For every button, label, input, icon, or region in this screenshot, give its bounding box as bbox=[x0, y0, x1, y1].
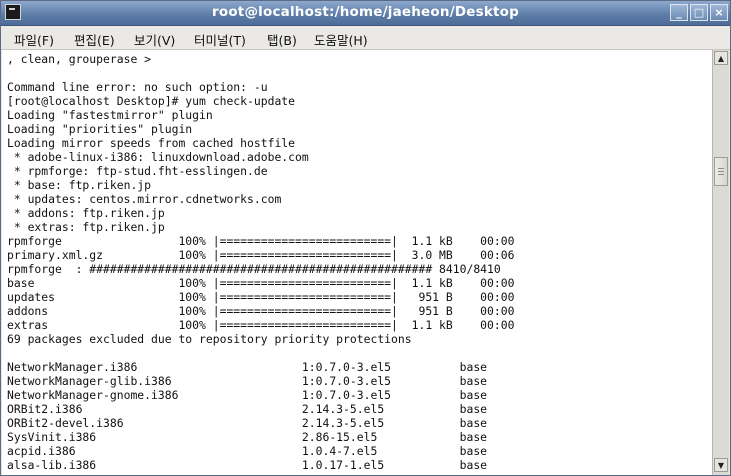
menu-help[interactable]: 도움말(H) bbox=[314, 30, 368, 49]
terminal-line: * updates: centos.mirror.cdnetworks.com bbox=[7, 192, 282, 206]
terminal-line: * addons: ftp.riken.jp bbox=[7, 206, 165, 220]
menu-bar: 파일(F) 편집(E) 보기(V) 터미널(T) 탭(B) 도움말(H) bbox=[1, 26, 730, 50]
scroll-down-arrow-icon[interactable]: ▼ bbox=[714, 458, 728, 472]
terminal-line: , clean, grouperase > bbox=[7, 52, 152, 66]
menu-edit[interactable]: 편집(E) bbox=[74, 30, 115, 49]
terminal-line: rpmforge 100% |=========================… bbox=[7, 234, 515, 248]
terminal-line: updates 100% |=========================|… bbox=[7, 290, 515, 304]
terminal-line: * base: ftp.riken.jp bbox=[7, 178, 152, 192]
terminal-line: addons 100% |=========================| … bbox=[7, 304, 515, 318]
minimize-button[interactable]: _ bbox=[670, 4, 688, 21]
terminal-line: * adobe-linux-i386: linuxdownload.adobe.… bbox=[7, 150, 309, 164]
terminal-line: ORBit2.i386 2.14.3-5.el5 base bbox=[7, 402, 488, 416]
window-title: root@localhost:/home/jaeheon/Desktop bbox=[212, 4, 519, 20]
terminal-line: Loading mirror speeds from cached hostfi… bbox=[7, 136, 296, 150]
vertical-scrollbar[interactable]: ▲ ▼ bbox=[712, 50, 729, 475]
close-button[interactable]: × bbox=[710, 4, 728, 21]
terminal-line: NetworkManager-glib.i386 1:0.7.0-3.el5 b… bbox=[7, 374, 488, 388]
menu-tabs[interactable]: 탭(B) bbox=[267, 30, 297, 49]
terminal-line: Loading "priorities" plugin bbox=[7, 122, 193, 136]
terminal-window: root@localhost:/home/jaeheon/Desktop _ □… bbox=[0, 0, 731, 476]
terminal-line: * extras: ftp.riken.jp bbox=[7, 220, 165, 234]
terminal-line: acpid.i386 1.0.4-7.el5 base bbox=[7, 444, 488, 458]
terminal-line: 69 packages excluded due to repository p… bbox=[7, 332, 412, 346]
thumb-grip bbox=[718, 171, 724, 172]
title-bar[interactable]: root@localhost:/home/jaeheon/Desktop _ □… bbox=[1, 1, 730, 26]
terminal-line: Loading "fastestmirror" plugin bbox=[7, 108, 213, 122]
maximize-button[interactable]: □ bbox=[690, 4, 708, 21]
scrollbar-thumb[interactable] bbox=[714, 157, 728, 186]
terminal-line: extras 100% |=========================| … bbox=[7, 318, 515, 332]
terminal-line: alsa-lib.i386 1.0.17-1.el5 base bbox=[7, 458, 488, 472]
terminal-line: Command line error: no such option: -u bbox=[7, 80, 268, 94]
terminal-line: SysVinit.i386 2.86-15.el5 base bbox=[7, 430, 488, 444]
scroll-up-arrow-icon[interactable]: ▲ bbox=[714, 51, 728, 65]
terminal-output[interactable]: , clean, grouperase > Command line error… bbox=[2, 50, 712, 475]
thumb-grip bbox=[718, 174, 724, 175]
menu-terminal[interactable]: 터미널(T) bbox=[194, 30, 246, 49]
terminal-line: [root@localhost Desktop]# yum check-upda… bbox=[7, 94, 296, 108]
thumb-grip bbox=[718, 168, 724, 169]
terminal-line: base 100% |=========================| 1.… bbox=[7, 276, 515, 290]
terminal-line: primary.xml.gz 100% |===================… bbox=[7, 248, 515, 262]
menu-view[interactable]: 보기(V) bbox=[134, 30, 175, 49]
terminal-line: rpmforge : #############################… bbox=[7, 262, 501, 276]
terminal-line: ORBit2-devel.i386 2.14.3-5.el5 base bbox=[7, 416, 488, 430]
terminal-line: NetworkManager-gnome.i386 1:0.7.0-3.el5 … bbox=[7, 388, 488, 402]
menu-file[interactable]: 파일(F) bbox=[14, 30, 54, 49]
terminal-line: NetworkManager.i386 1:0.7.0-3.el5 base bbox=[7, 360, 488, 374]
terminal-line: * rpmforge: ftp-stud.fht-esslingen.de bbox=[7, 164, 268, 178]
